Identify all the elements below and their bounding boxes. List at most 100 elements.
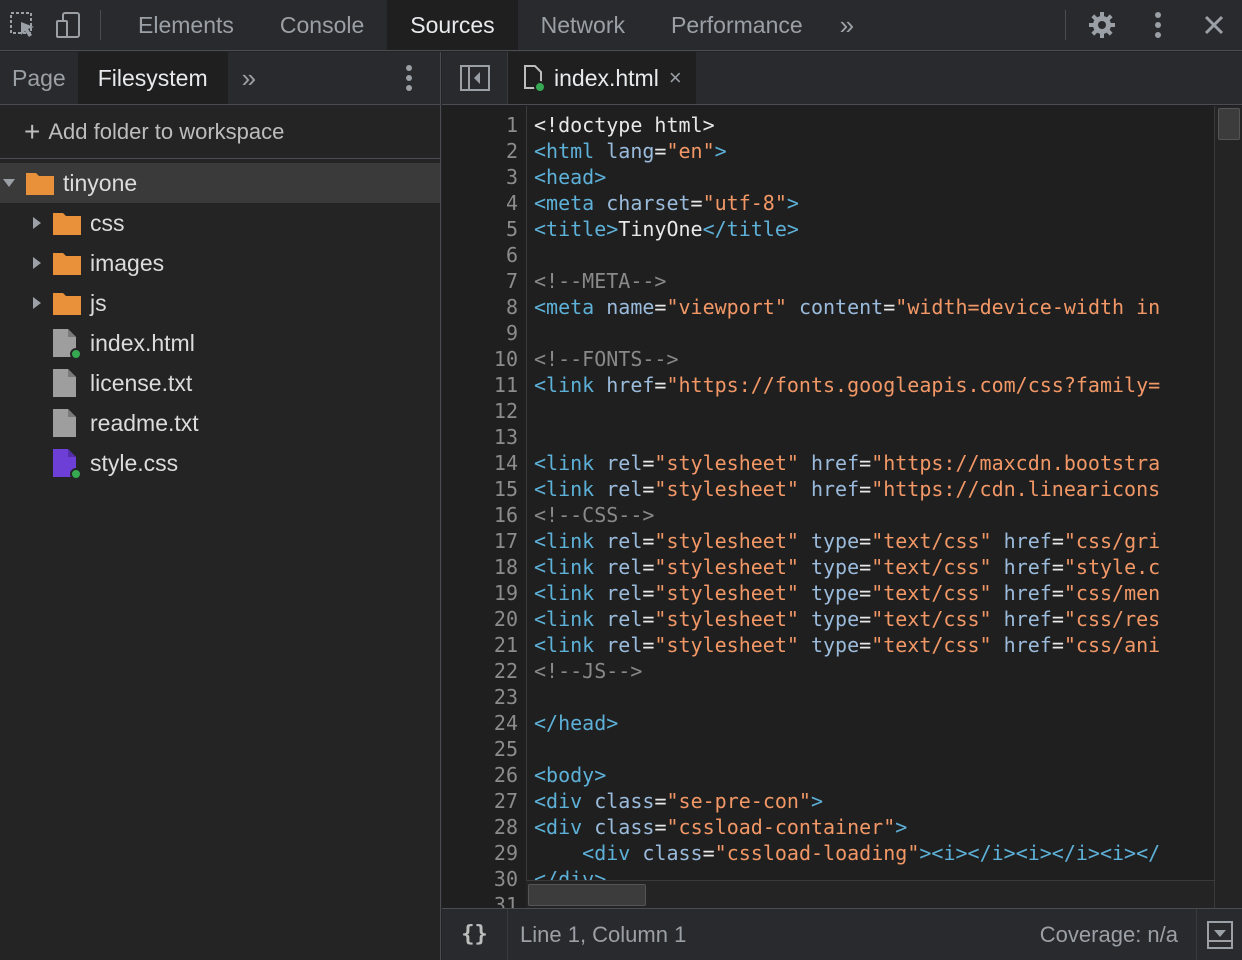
line-number[interactable]: 5: [442, 216, 526, 242]
editor-status-bar: {} Line 1, Column 1 Coverage: n/a: [442, 908, 1242, 960]
tab-page[interactable]: Page: [0, 52, 78, 104]
editor-file-tab[interactable]: index.html ×: [508, 52, 696, 104]
line-number[interactable]: 13: [442, 424, 526, 450]
close-tab-icon[interactable]: ×: [669, 65, 682, 91]
gutter-divider: [526, 106, 527, 908]
line-number[interactable]: 8: [442, 294, 526, 320]
line-number[interactable]: 22: [442, 658, 526, 684]
horizontal-scroll-thumb[interactable]: [528, 884, 646, 906]
tree-label: index.html: [90, 329, 195, 356]
line-number[interactable]: 1: [442, 112, 526, 138]
line-number[interactable]: 20: [442, 606, 526, 632]
close-devtools-icon[interactable]: [1186, 0, 1242, 51]
tab-performance[interactable]: Performance: [648, 0, 826, 50]
tab-filesystem[interactable]: Filesystem: [77, 52, 228, 104]
customize-kebab-icon[interactable]: [1130, 0, 1186, 51]
line-number[interactable]: 14: [442, 450, 526, 476]
line-number[interactable]: 18: [442, 554, 526, 580]
pretty-print-button[interactable]: {}: [442, 908, 508, 960]
line-number[interactable]: 27: [442, 788, 526, 814]
tree-file-readme-txt[interactable]: readme.txt: [0, 403, 440, 443]
navigator-menu-kebab-icon[interactable]: [378, 52, 440, 104]
line-number[interactable]: 2: [442, 138, 526, 164]
line-number[interactable]: 25: [442, 736, 526, 762]
line-number[interactable]: 11: [442, 372, 526, 398]
line-number[interactable]: 30: [442, 866, 526, 892]
toggle-drawer-icon[interactable]: [1196, 908, 1242, 960]
tree-folder-tinyone[interactable]: tinyone: [0, 163, 440, 203]
triangle-right-icon[interactable]: [26, 296, 48, 310]
line-number[interactable]: 16: [442, 502, 526, 528]
more-navigator-tabs-button[interactable]: »: [228, 52, 270, 104]
triangle-right-icon[interactable]: [26, 256, 48, 270]
line-number[interactable]: 10: [442, 346, 526, 372]
code-line: <body>: [534, 763, 607, 787]
triangle-right-icon[interactable]: [26, 216, 48, 230]
line-number[interactable]: 19: [442, 580, 526, 606]
tree-file-license-txt[interactable]: license.txt: [0, 363, 440, 403]
folder-icon: [52, 248, 82, 278]
tab-network[interactable]: Network: [518, 0, 648, 50]
tree-label: css: [90, 209, 125, 236]
vertical-scrollbar[interactable]: [1214, 106, 1242, 908]
vertical-scroll-thumb[interactable]: [1218, 108, 1240, 140]
css-file-icon: [52, 448, 82, 480]
horizontal-scrollbar[interactable]: [526, 880, 1214, 908]
code-line: <link rel="stylesheet" type="text/css" h…: [534, 633, 1161, 657]
device-toolbar-icon[interactable]: [46, 0, 92, 50]
devtools-toolbar: Elements Console Sources Network Perform…: [0, 0, 1242, 51]
line-number[interactable]: 31: [442, 892, 526, 908]
html-file-icon: [524, 65, 546, 93]
line-number[interactable]: 24: [442, 710, 526, 736]
tree-file-index-html[interactable]: index.html: [0, 323, 440, 363]
line-number[interactable]: 29: [442, 840, 526, 866]
tree-file-style-css[interactable]: style.css: [0, 443, 440, 483]
add-folder-to-workspace-button[interactable]: + Add folder to workspace: [0, 105, 440, 159]
editor-file-tab-label: index.html: [554, 64, 659, 91]
code-line: <link rel="stylesheet" type="text/css" h…: [534, 529, 1161, 553]
folder-icon: [25, 168, 55, 198]
line-number[interactable]: 7: [442, 268, 526, 294]
code-line: <title>TinyOne</title>: [534, 217, 799, 241]
tab-elements[interactable]: Elements: [115, 0, 257, 50]
tree-label: style.css: [90, 449, 179, 476]
triangle-down-icon[interactable]: [0, 178, 19, 188]
inspect-element-icon[interactable]: [0, 0, 46, 50]
tab-sources[interactable]: Sources: [387, 0, 518, 50]
line-number[interactable]: 26: [442, 762, 526, 788]
line-number[interactable]: 28: [442, 814, 526, 840]
cursor-position: Line 1, Column 1: [520, 921, 687, 947]
text-file-icon: [52, 408, 82, 438]
code-line: <link rel="stylesheet" href="https://max…: [534, 451, 1161, 475]
code-line: <meta name="viewport" content="width=dev…: [534, 295, 1161, 319]
code-content[interactable]: <!doctype html> <html lang="en"> <head> …: [534, 112, 1214, 908]
line-number[interactable]: 15: [442, 476, 526, 502]
settings-gear-icon[interactable]: [1074, 0, 1130, 51]
tree-folder-css[interactable]: css: [0, 203, 440, 243]
line-number[interactable]: 17: [442, 528, 526, 554]
code-line: <html lang="en">: [534, 139, 727, 163]
code-line: <div class="cssload-loading"><i></i><i><…: [582, 841, 1161, 865]
toggle-navigator-icon[interactable]: [442, 52, 508, 104]
tree-folder-js[interactable]: js: [0, 283, 440, 323]
tab-console[interactable]: Console: [257, 0, 387, 50]
text-file-icon: [52, 368, 82, 398]
sources-navigator: Page Filesystem » + Add folder to worksp…: [0, 52, 441, 960]
line-number[interactable]: 23: [442, 684, 526, 710]
line-number-gutter: 1 2 3 4 5 6 7 8 9 10 11 12 13 14 15 16 17 18 19 20 21 22 23 24 2…: [442, 112, 526, 908]
code-line: <!--META-->: [534, 269, 667, 293]
line-number[interactable]: 21: [442, 632, 526, 658]
line-number[interactable]: 4: [442, 190, 526, 216]
tree-folder-images[interactable]: images: [0, 243, 440, 283]
line-number[interactable]: 9: [442, 320, 526, 346]
more-tabs-button[interactable]: »: [826, 0, 868, 50]
code-viewport[interactable]: 1 2 3 4 5 6 7 8 9 10 11 12 13 14 15 16 17 18 19 20 21 22 23 24 2…: [442, 106, 1242, 908]
line-number[interactable]: 3: [442, 164, 526, 190]
code-line: <link href="https://fonts.googleapis.com…: [534, 373, 1161, 397]
line-number[interactable]: 6: [442, 242, 526, 268]
line-number[interactable]: 12: [442, 398, 526, 424]
toolbar-divider: [100, 10, 101, 40]
